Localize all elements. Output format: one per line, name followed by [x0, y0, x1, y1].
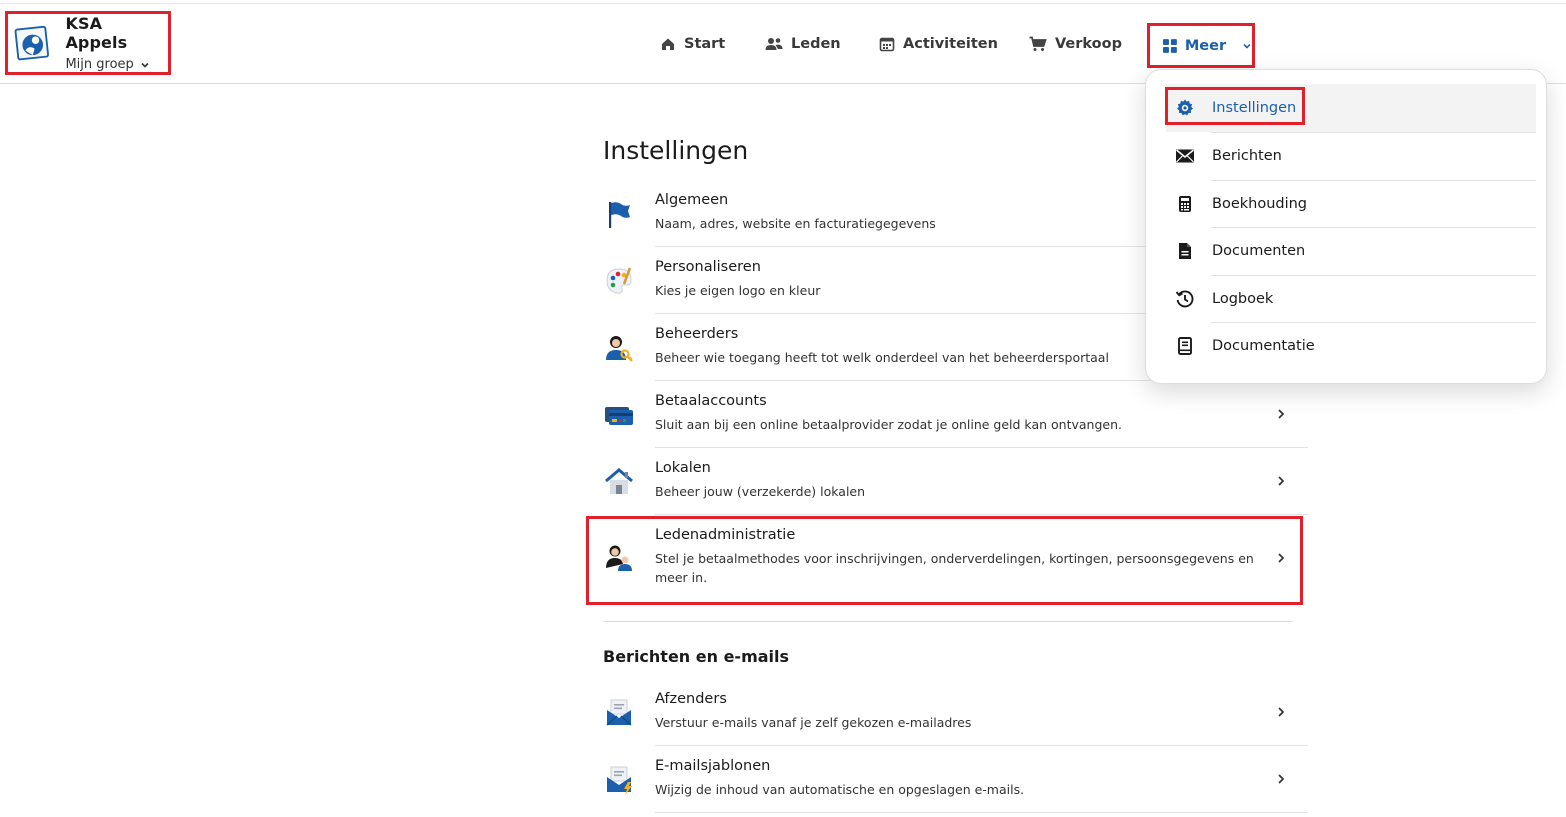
- nav-start-label: Start: [684, 36, 726, 52]
- settings-row-description: Wijzig de inhoud van automatische en opg…: [655, 782, 1025, 797]
- envelope-icon: [1174, 145, 1196, 167]
- settings-row-title: Algemeen: [655, 192, 729, 208]
- nav-verkoop-label: Verkoop: [1055, 36, 1122, 52]
- history-icon: [1174, 288, 1196, 310]
- settings-row-title: Lokalen: [655, 460, 711, 476]
- chevron-right-icon: [1278, 476, 1285, 486]
- flag-icon: [609, 202, 630, 228]
- chevron-right-icon: [1278, 409, 1285, 419]
- chevron-right-icon: [1278, 774, 1285, 784]
- menu-item-label: Documentatie: [1212, 338, 1315, 354]
- section-divider: [603, 621, 1293, 622]
- settings-row-title: Beheerders: [655, 326, 739, 342]
- settings-row-description: Sluit aan bij een online betaalprovider …: [655, 417, 1122, 432]
- mail-template-icon: [607, 766, 632, 795]
- menu-item-documenten[interactable]: Documenten: [1166, 227, 1536, 275]
- menu-item-boekhouding[interactable]: Boekhouding: [1166, 180, 1536, 228]
- row-divider: [655, 812, 1308, 813]
- settings-row-title: Betaalaccounts: [655, 393, 767, 409]
- chevron-down-icon: [141, 62, 149, 68]
- menu-item-label: Documenten: [1212, 243, 1306, 259]
- settings-row-emailsjablonen[interactable]: E-mailsjablonen Wijzig de inhoud van aut…: [603, 756, 1308, 813]
- nav-meer-label: Meer: [1184, 37, 1227, 54]
- menu-item-logboek[interactable]: Logboek: [1166, 275, 1536, 323]
- nav-activiteiten-label: Activiteiten: [903, 36, 998, 52]
- meer-dropdown-menu: Instellingen Berichten Boekhouding Docum…: [1145, 69, 1547, 384]
- organization-name: KSA Appels: [65, 14, 128, 52]
- palette-icon: [606, 267, 632, 294]
- admin-key-icon: [606, 336, 633, 362]
- page-title: Instellingen: [603, 136, 749, 165]
- settings-row-title: E-mailsjablonen: [655, 758, 771, 774]
- cart-icon: [1029, 36, 1047, 51]
- calculator-icon: [1174, 193, 1196, 215]
- users-icon: [765, 38, 783, 50]
- row-divider: [655, 514, 1308, 515]
- book-icon: [1174, 335, 1196, 357]
- settings-row-betaalaccounts[interactable]: Betaalaccounts Sluit aan bij een online …: [603, 391, 1308, 448]
- settings-row-title: Afzenders: [655, 691, 727, 707]
- highlight-box-instellingen: [1165, 87, 1305, 125]
- home-icon: [662, 38, 674, 50]
- menu-item-label: Boekhouding: [1212, 196, 1308, 212]
- menu-item-berichten[interactable]: Berichten: [1166, 132, 1536, 180]
- nav-leden[interactable]: Leden: [765, 32, 841, 56]
- menu-item-documentatie[interactable]: Documentatie: [1166, 322, 1536, 370]
- credit-card-icon: [605, 407, 633, 425]
- nav-activiteiten[interactable]: Activiteiten: [879, 32, 998, 56]
- chevron-right-icon: [1278, 707, 1285, 717]
- row-divider: [655, 447, 1308, 448]
- row-divider: [655, 745, 1308, 746]
- calendar-icon: [879, 37, 895, 52]
- house-icon: [605, 468, 633, 494]
- settings-row-lokalen[interactable]: Lokalen Beheer jouw (verzekerde) lokalen: [603, 458, 1308, 515]
- highlight-box-ledenadministratie: [586, 516, 1303, 605]
- section-title: Berichten en e-mails: [603, 647, 790, 666]
- ksa-logo-icon: [14, 25, 50, 61]
- nav-meer-button[interactable]: Meer: [1147, 23, 1255, 68]
- menu-item-label: Logboek: [1212, 291, 1274, 307]
- document-icon: [1174, 240, 1196, 262]
- organization-subtitle-label: Mijn groep: [65, 57, 134, 72]
- settings-row-afzenders[interactable]: Afzenders Verstuur e-mails vanaf je zelf…: [603, 689, 1308, 746]
- nav-verkoop[interactable]: Verkoop: [1029, 32, 1122, 56]
- organization-subtitle: Mijn groep: [65, 57, 168, 72]
- settings-row-title: Personaliseren: [655, 259, 761, 275]
- nav-start[interactable]: Start: [660, 32, 725, 56]
- nav-leden-label: Leden: [791, 36, 841, 52]
- grid-icon: [1163, 38, 1177, 53]
- menu-item-label: Berichten: [1212, 148, 1282, 164]
- organization-switcher[interactable]: KSA Appels Mijn groep: [5, 11, 171, 75]
- settings-row-description: Beheer jouw (verzekerde) lokalen: [655, 484, 866, 499]
- settings-row-description: Verstuur e-mails vanaf je zelf gekozen e…: [655, 715, 972, 730]
- chevron-down-icon: [1243, 43, 1251, 49]
- mail-sender-icon: [606, 699, 632, 726]
